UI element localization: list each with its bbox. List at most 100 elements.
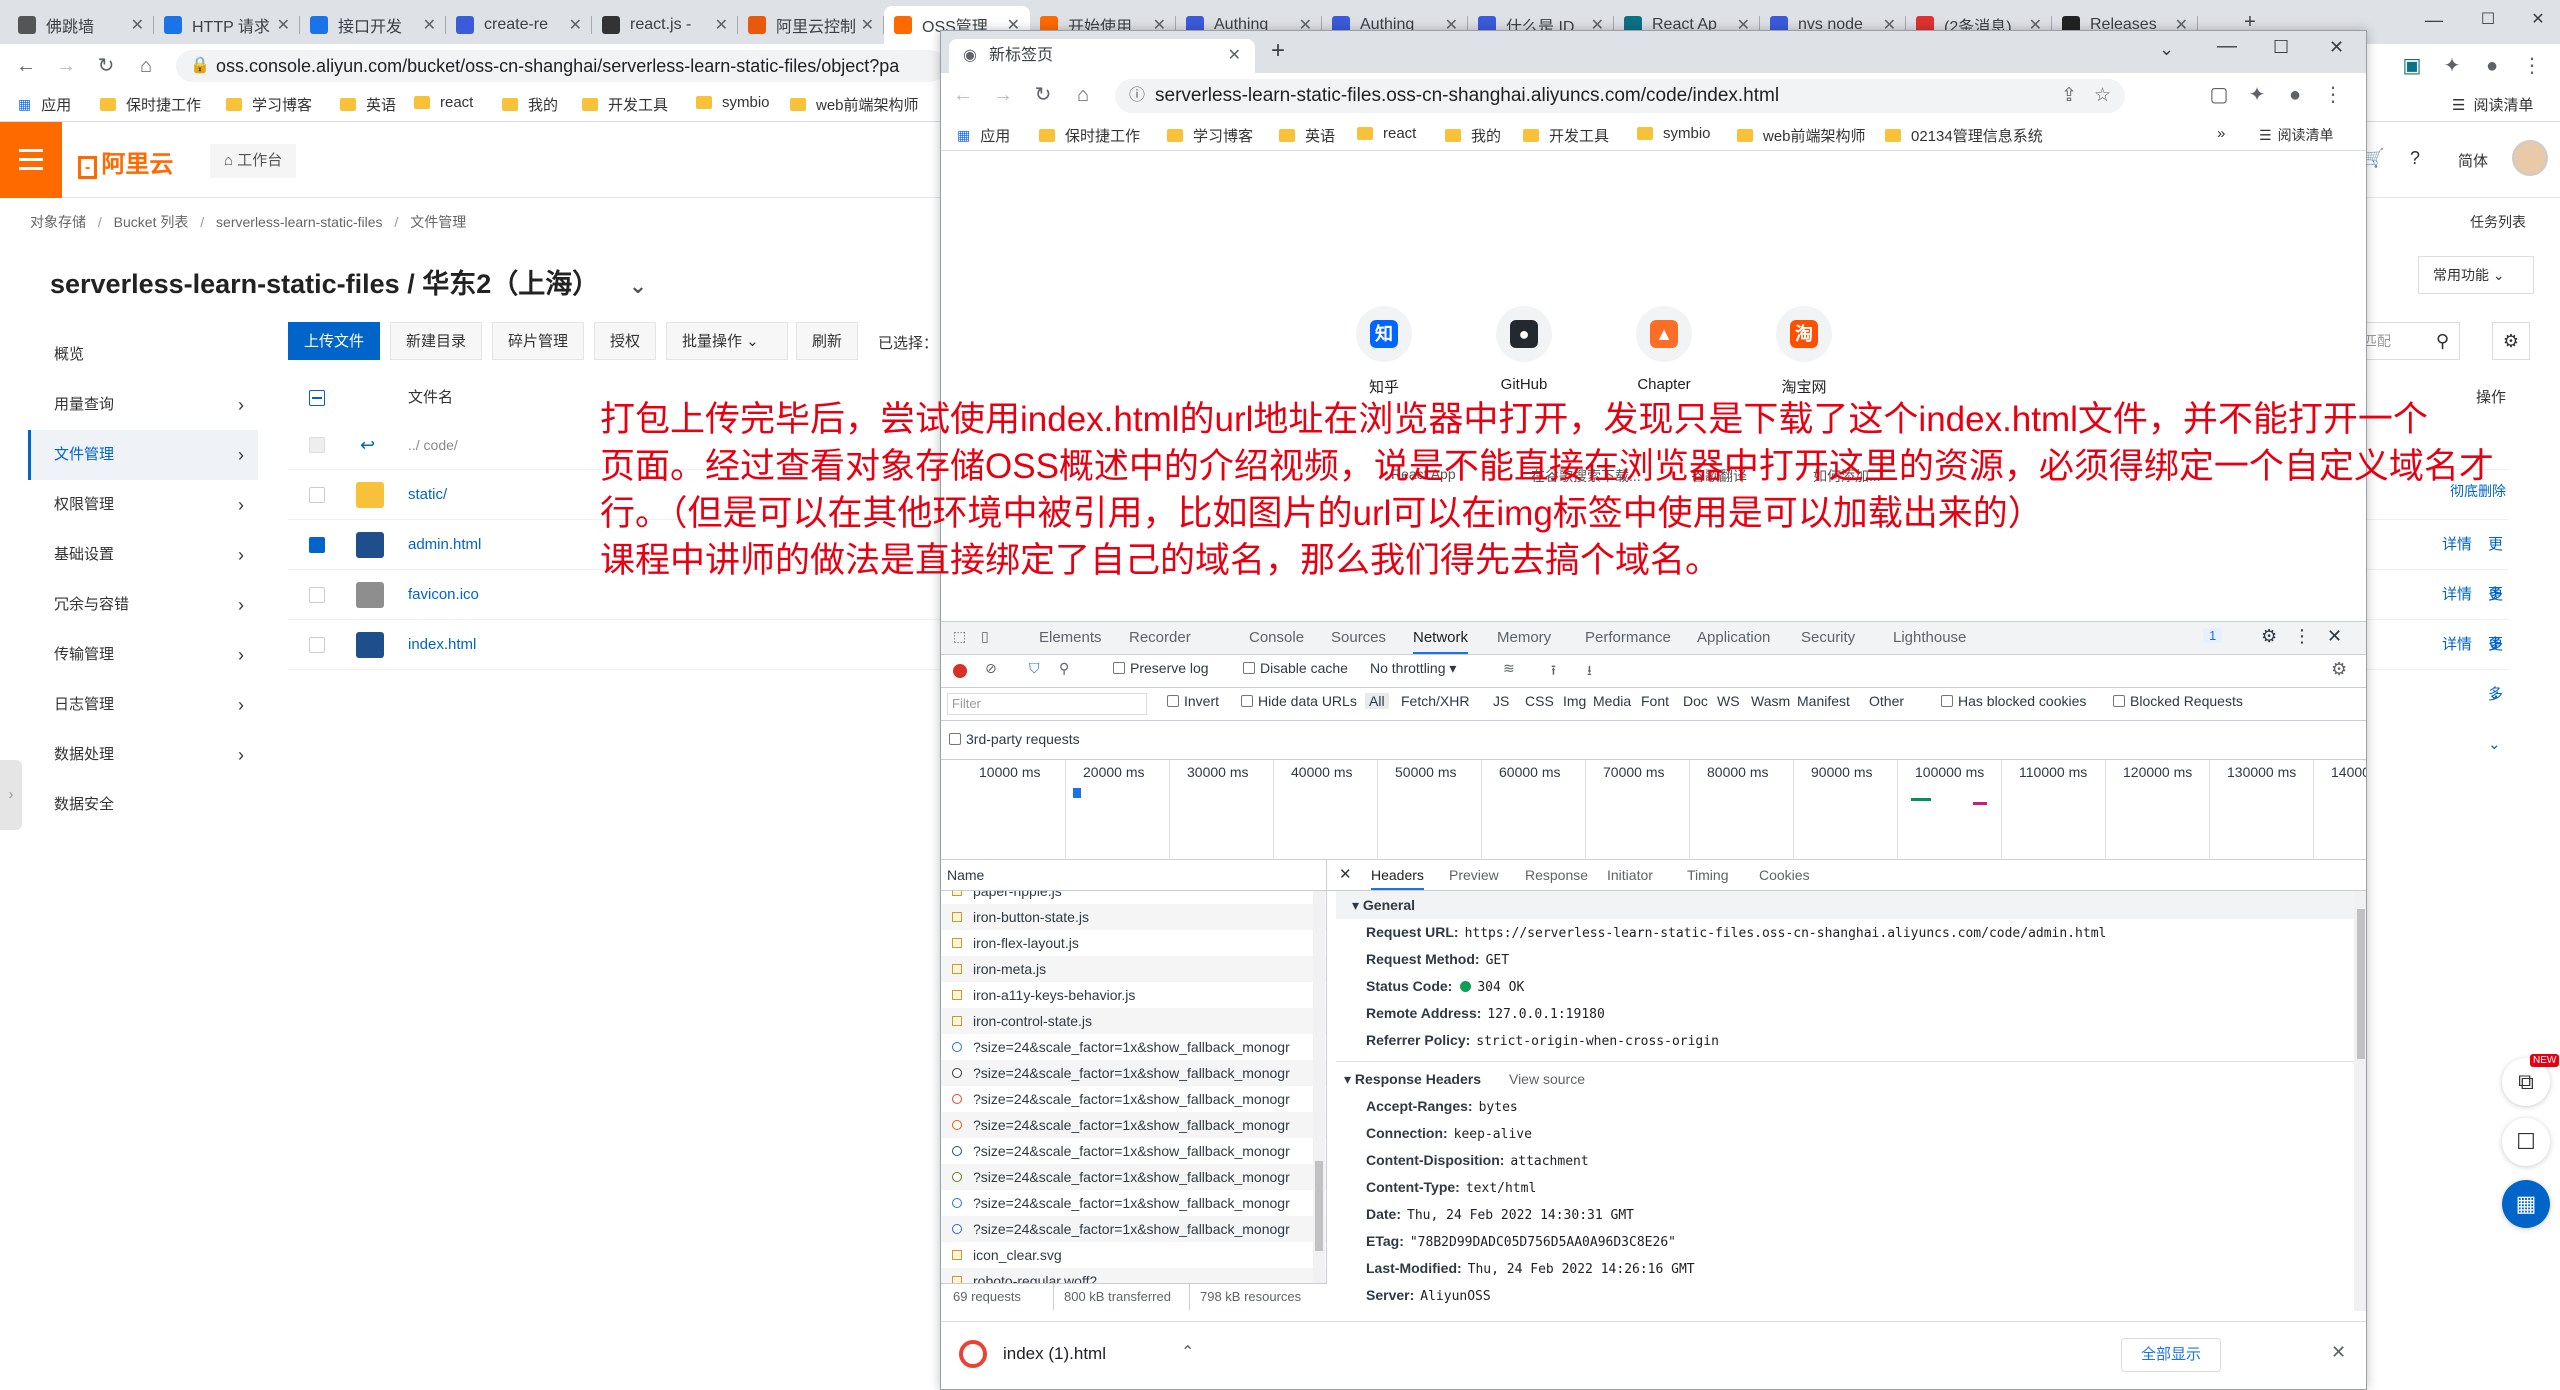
wifi-icon[interactable]: ≋ xyxy=(1503,660,1515,677)
import-har-icon[interactable]: ⭱ xyxy=(1551,660,1556,684)
hide-data-urls-checkbox[interactable]: Hide data URLs xyxy=(1241,693,1357,709)
sidebar-item[interactable]: 日志管理 › xyxy=(28,680,258,730)
network-timeline[interactable]: 10000 ms 20000 ms 30000 ms 40000 ms 50000 ms… xyxy=(941,760,2366,860)
bookmark-item[interactable]: 我的 xyxy=(1445,125,1501,146)
devtools-tab[interactable]: Recorder xyxy=(1129,622,1191,654)
crumb-bucket-list[interactable]: Bucket 列表 xyxy=(114,214,189,230)
devtools-tab[interactable]: Application xyxy=(1697,622,1770,654)
type-filter-button[interactable]: JS xyxy=(1493,693,1509,709)
devtools-tab[interactable]: Elements xyxy=(1039,622,1102,654)
outer-close-icon[interactable]: ✕ xyxy=(2524,6,2552,34)
row-checkbox[interactable] xyxy=(309,487,325,503)
third-party-checkbox[interactable]: 3rd-party requests xyxy=(949,731,1080,747)
request-row[interactable]: roboto-regular.woff2 xyxy=(941,1268,1326,1283)
outer-tab[interactable]: HTTP 请求 ✕ xyxy=(154,6,300,44)
file-name-link[interactable]: admin.html xyxy=(408,520,481,570)
file-name-link[interactable]: favicon.ico xyxy=(408,570,479,620)
request-row[interactable]: icon_clear.svg xyxy=(941,1242,1326,1268)
authorize-button[interactable]: 授权 xyxy=(594,322,657,360)
request-row[interactable]: iron-control-state.js xyxy=(941,1008,1326,1034)
type-filter-button[interactable]: Other xyxy=(1869,693,1904,709)
bookmark-item[interactable]: react xyxy=(414,94,473,111)
sidebar-item[interactable]: 权限管理 › xyxy=(28,480,258,530)
collapse-handle[interactable]: › xyxy=(0,760,22,830)
request-row[interactable]: iron-button-state.js xyxy=(941,904,1326,930)
select-all-checkbox[interactable] xyxy=(309,390,325,406)
aliyun-logo[interactable]: - 阿里云 xyxy=(78,144,173,179)
devtools-tab[interactable]: Sources xyxy=(1331,622,1386,654)
bookmark-item[interactable]: ▦ 应用 xyxy=(957,125,1010,146)
request-row[interactable]: iron-a11y-keys-behavior.js xyxy=(941,982,1326,1008)
export-har-icon[interactable]: ⭳ xyxy=(1587,660,1592,684)
settings-gear-icon[interactable]: ⚙ xyxy=(2492,322,2530,360)
back-arrow-icon[interactable]: ↩ xyxy=(360,420,375,470)
scrollbar-thumb[interactable] xyxy=(1315,1161,1323,1251)
detail-tab[interactable]: Initiator xyxy=(1607,860,1653,890)
outer-restore-icon[interactable]: ☐ xyxy=(2474,6,2502,34)
view-source-link[interactable]: View source xyxy=(1509,1071,1585,1087)
bookmark-item[interactable]: 开发工具 xyxy=(1523,125,1609,146)
popup-reload-icon[interactable]: ↻ xyxy=(1029,81,1057,109)
shortcut-tile[interactable]: ● GitHub xyxy=(1469,306,1579,393)
apps-icon[interactable]: ▦ xyxy=(2502,1180,2550,1228)
upload-button[interactable]: 上传文件 xyxy=(288,322,381,360)
more-dropdown[interactable]: 更多 ⌄ xyxy=(2488,620,2508,770)
type-filter-button[interactable]: Font xyxy=(1641,693,1669,709)
type-filter-button[interactable]: WS xyxy=(1717,693,1740,709)
avatar[interactable] xyxy=(2512,140,2548,176)
crumb-oss[interactable]: 对象存储 xyxy=(30,214,86,230)
sidebar-item[interactable]: 数据安全 xyxy=(28,780,258,830)
devtools-close-icon[interactable]: ✕ xyxy=(2327,626,2342,647)
close-download-bar-icon[interactable]: ✕ xyxy=(2331,1342,2346,1363)
devtools-tab[interactable]: Performance xyxy=(1585,622,1671,654)
request-row[interactable]: ?size=24&scale_factor=1x&show_fallback_m… xyxy=(941,1086,1326,1112)
request-row[interactable]: iron-meta.js xyxy=(941,956,1326,982)
crumb-bucket[interactable]: serverless-learn-static-files xyxy=(216,214,382,230)
preserve-log-checkbox[interactable]: Preserve log xyxy=(1113,660,1209,676)
detail-tab[interactable]: Timing xyxy=(1687,860,1729,890)
reading-list[interactable]: ☰ 阅读清单 xyxy=(2452,94,2533,115)
share-icon[interactable]: ⇪ xyxy=(2061,79,2077,113)
reload-icon[interactable]: ↻ xyxy=(92,52,120,80)
issues-badge[interactable]: 1 xyxy=(2203,628,2223,643)
outer-tab[interactable]: 接口开发 ✕ xyxy=(300,6,446,44)
file-name-link[interactable]: index.html xyxy=(408,620,476,670)
devtools-tab[interactable]: Security xyxy=(1801,622,1855,654)
row-checkbox[interactable] xyxy=(309,537,325,553)
request-row[interactable]: ?size=24&scale_factor=1x&show_fallback_m… xyxy=(941,1060,1326,1086)
throttling-select[interactable]: No throttling ▾ xyxy=(1370,660,1456,677)
close-tab-icon[interactable]: ✕ xyxy=(277,15,290,35)
sidebar-item[interactable]: 数据处理 › xyxy=(28,730,258,780)
refresh-button[interactable]: 刷新 xyxy=(796,322,859,360)
menu-kebab-icon[interactable]: ⋮ xyxy=(2518,52,2546,80)
forward-icon[interactable]: → xyxy=(52,52,80,80)
clear-icon[interactable]: ⊘ xyxy=(985,660,997,677)
devtools-tab[interactable]: Network xyxy=(1413,622,1469,654)
bookmark-item[interactable]: react xyxy=(1357,125,1416,142)
request-row[interactable]: ?size=24&scale_factor=1x&show_fallback_m… xyxy=(941,1164,1326,1190)
shortcut-tile[interactable]: ▲ Chapter xyxy=(1609,306,1719,393)
search-icon[interactable]: ⚲ xyxy=(2436,323,2449,359)
type-filter-button[interactable]: Doc xyxy=(1683,693,1708,709)
download-item[interactable]: index (1).html ⌃ xyxy=(951,1332,1211,1378)
popup-home-icon[interactable]: ⌂ xyxy=(1069,81,1097,109)
show-all-button[interactable]: 全部显示 xyxy=(2121,1338,2221,1372)
outer-tab[interactable]: 佛跳墙 ✕ xyxy=(8,6,154,44)
detail-tab[interactable]: Response xyxy=(1525,860,1588,890)
detail-tab[interactable]: Cookies xyxy=(1759,860,1810,890)
bookmarks-overflow-icon[interactable]: » xyxy=(2217,125,2225,142)
bookmark-item[interactable]: web前端架构师 xyxy=(790,94,919,115)
bookmark-item[interactable]: symbio xyxy=(1637,125,1711,142)
common-functions-dropdown[interactable]: 常用功能 ⌄ xyxy=(2418,256,2534,294)
popup-reading-list[interactable]: ☰ 阅读清单 xyxy=(2259,125,2334,145)
shortcut-tile[interactable]: 淘淘宝网 xyxy=(1749,306,1859,397)
bookmark-star-icon[interactable]: ☆ xyxy=(2094,79,2111,113)
popup-puzzle-icon[interactable]: ✦ xyxy=(2243,81,2271,109)
blocked-requests-checkbox[interactable]: Blocked Requests xyxy=(2113,693,2243,709)
disable-cache-checkbox[interactable]: Disable cache xyxy=(1243,660,1348,676)
sidebar-item[interactable]: 用量查询 › xyxy=(28,380,258,430)
popup-forward-icon[interactable]: → xyxy=(989,81,1017,109)
request-row[interactable]: ?size=24&scale_factor=1x&show_fallback_m… xyxy=(941,1034,1326,1060)
type-filter-button[interactable]: CSS xyxy=(1525,693,1554,709)
type-filter-button[interactable]: Manifest xyxy=(1797,693,1850,709)
